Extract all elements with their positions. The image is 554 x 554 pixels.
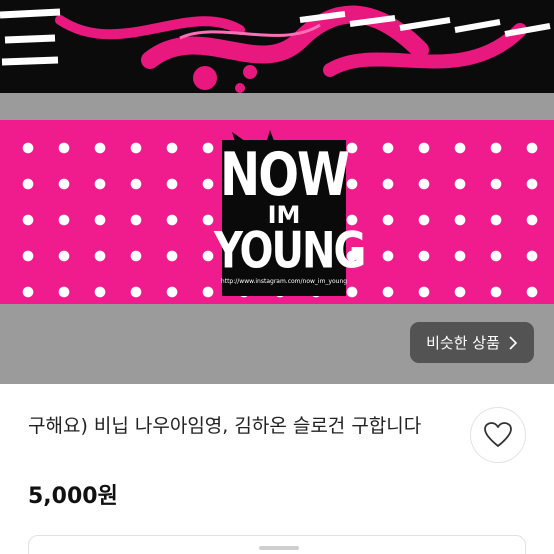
product-title: 구해요) 비닙 나우아임영, 김하온 슬로건 구합니다 (28, 415, 422, 437)
logo-url: http://www.instagram.com/now_im_young (220, 278, 348, 285)
similar-products-label: 비슷한 상품 (426, 334, 500, 352)
now-im-young-logo: NOW IM YOUNG http://www.instagram.com/no… (214, 128, 366, 298)
heart-outline-icon (484, 422, 512, 447)
card-content-peek (259, 546, 299, 550)
logo-line-now: NOW (220, 139, 350, 210)
product-image[interactable]: NOW IM YOUNG http://www.instagram.com/no… (0, 0, 554, 384)
like-button[interactable] (470, 407, 526, 463)
info-card[interactable] (28, 535, 526, 554)
logo-line-young: YOUNG (214, 222, 366, 280)
logo-text: NOW IM YOUNG (214, 145, 366, 276)
slogan-banner-top (0, 0, 554, 93)
graffiti-art (0, 0, 554, 93)
similar-products-button[interactable]: 비슷한 상품 (410, 322, 534, 363)
chevron-right-icon (509, 335, 518, 350)
product-price: 5,000원 (28, 484, 118, 509)
